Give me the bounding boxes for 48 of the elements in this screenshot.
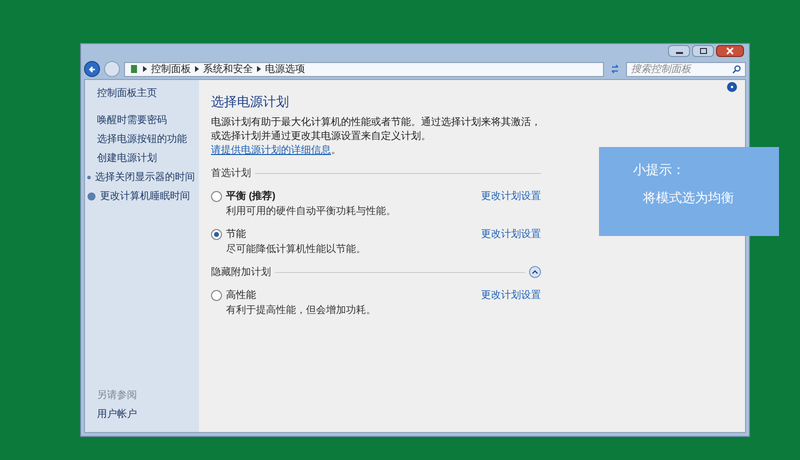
refresh-icon [610,64,620,74]
change-plan-settings-link[interactable]: 更改计划设置 [481,226,541,242]
description-text: 电源计划有助于最大化计算机的性能或者节能。通过选择计划来将其激活，或选择计划并通过更改其电源设置来自定义计划。 请提供电源计划的详细信息。 [211,116,541,158]
minimize-button[interactable] [668,45,690,57]
plan-name: 平衡 (推荐) [226,190,276,204]
close-button[interactable] [716,45,744,57]
change-plan-settings-link[interactable]: 更改计划设置 [481,288,541,302]
control-panel-icon [129,64,139,74]
sidebar-link[interactable]: 选择电源按钮的功能 [97,132,187,147]
radio-button[interactable] [211,228,222,240]
chevron-icon [195,66,199,72]
dot-icon [729,84,735,90]
see-also-heading: 另请参阅 [97,388,138,403]
plan-name: 高性能 [226,288,257,302]
sidebar-link[interactable]: 用户帐户 [97,407,195,422]
search-field[interactable]: 搜索控制面板 [626,62,746,76]
maximize-button[interactable] [692,45,714,57]
search-icon [732,64,741,74]
help-icon[interactable] [727,82,737,92]
close-icon [726,47,734,55]
breadcrumb[interactable]: 控制面板 [151,62,191,76]
sidebar-link[interactable]: 创建电源计划 [97,151,157,166]
radio-button[interactable] [211,290,222,300]
change-plan-settings-link[interactable]: 更改计划设置 [481,188,541,204]
plan-name: 节能 [226,228,247,242]
sidebar-link[interactable]: 控制面板主页 [97,86,157,101]
collapse-button[interactable] [529,266,541,278]
tip-text: 将模式选为均衡 [642,188,735,206]
group-heading: 首选计划 [211,166,251,180]
group-heading: 隐藏附加计划 [211,266,271,280]
sidebar-link[interactable]: 更改计算机睡眠时间 [100,189,190,204]
chevron-icon [143,66,147,72]
breadcrumb[interactable]: 系统和安全 [203,62,253,76]
back-arrow-icon [88,64,96,74]
back-button[interactable] [84,61,100,77]
details-link[interactable]: 请提供电源计划的详细信息 [211,144,331,156]
sidebar-link[interactable]: 选择关闭显示器的时间 [95,170,195,185]
radio-button[interactable] [211,190,222,202]
tip-title: 小提示： [633,161,686,179]
sidebar-link[interactable]: 唤醒时需要密码 [97,113,167,128]
chevron-up-icon [532,270,538,274]
plan-description: 尽可能降低计算机性能以节能。 [226,242,366,256]
address-bar[interactable]: 控制面板 系统和安全 电源选项 [124,62,604,76]
breadcrumb[interactable]: 电源选项 [265,62,305,76]
plan-description: 有利于提高性能，但会增加功耗。 [226,304,376,318]
chevron-icon [257,66,261,72]
plan-description: 利用可用的硬件自动平衡功耗与性能。 [226,204,396,218]
page-title: 选择电源计划 [211,93,290,111]
